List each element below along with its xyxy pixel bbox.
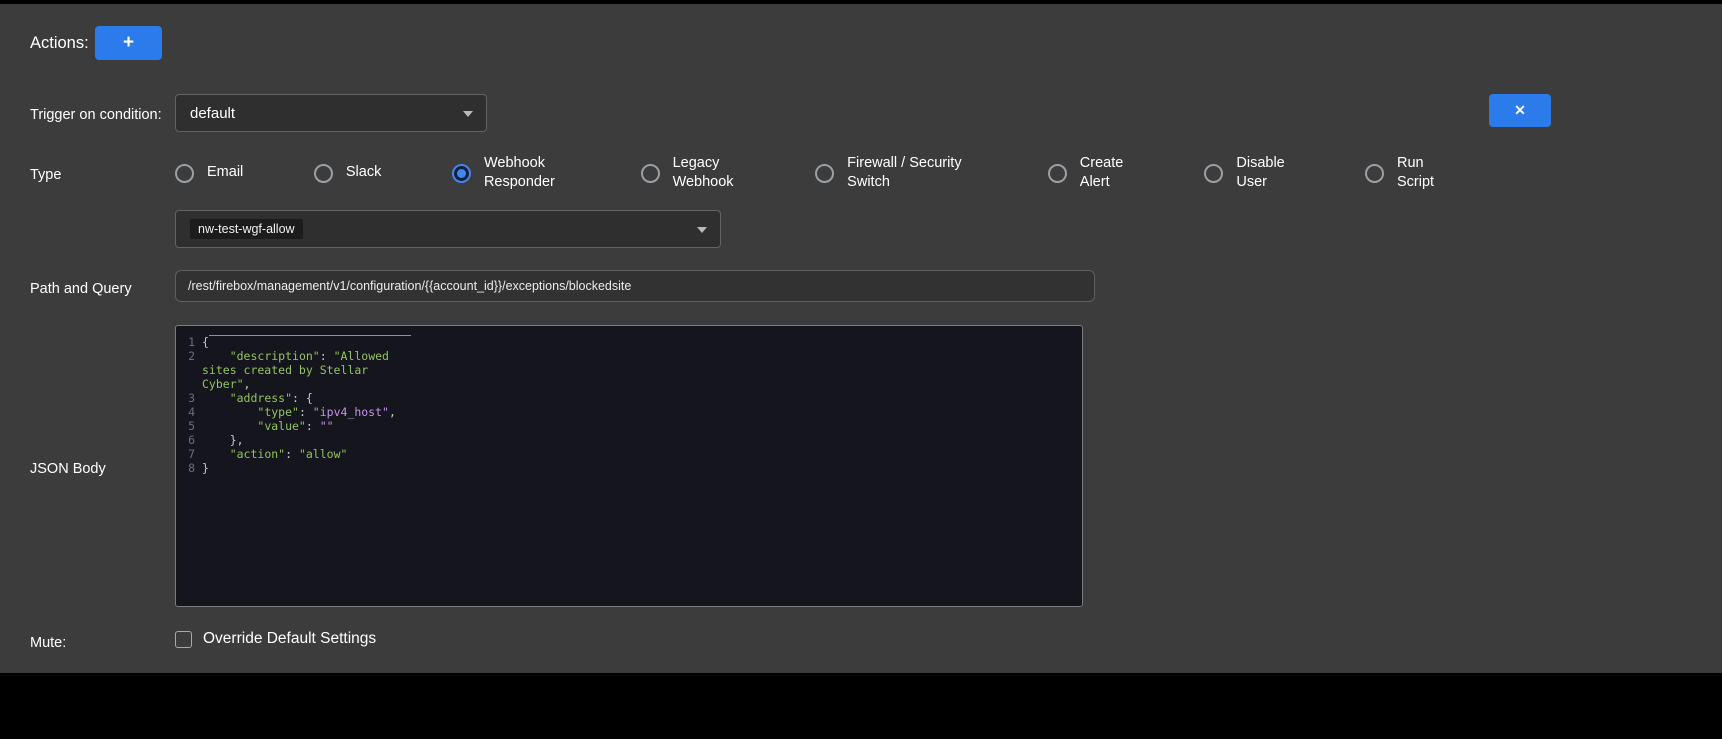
radio-dot <box>646 169 655 178</box>
type-option-label: Slack <box>346 163 381 182</box>
radio-dot <box>180 169 189 178</box>
trigger-condition-value: default <box>190 105 235 122</box>
editor-scrollbar-track <box>209 335 411 336</box>
add-action-button[interactable]: + <box>95 26 162 60</box>
code-line: 7 "action": "allow" <box>182 447 1082 461</box>
code-lines: 1{2 "description": "Allowed sites create… <box>182 335 1082 475</box>
override-default-settings-label: Override Default Settings <box>203 630 376 648</box>
type-option-legacy-webhook[interactable]: Legacy Webhook <box>641 154 745 192</box>
type-radio-group: Email Slack Webhook Responder Legacy Webhoo… <box>175 144 1443 202</box>
line-number: 2 <box>182 349 202 363</box>
json-body-editor[interactable]: 1{2 "description": "Allowed sites create… <box>175 325 1083 607</box>
code-line: 4 "type": "ipv4_host", <box>182 405 1082 419</box>
type-option-label: Create Alert <box>1080 154 1134 192</box>
radio-icon[interactable] <box>1365 164 1384 183</box>
type-option-label: Firewall / Security Switch <box>847 154 977 192</box>
code-line: 5 "value": "" <box>182 419 1082 433</box>
radio-icon[interactable] <box>1204 164 1223 183</box>
type-option-webhook-responder[interactable]: Webhook Responder <box>452 154 570 192</box>
code-content: "address": { <box>202 391 404 405</box>
code-content: "value": "" <box>202 419 404 433</box>
code-line: 8} <box>182 461 1082 475</box>
radio-selected-icon[interactable] <box>452 164 471 183</box>
line-number: 7 <box>182 447 202 461</box>
line-number: 4 <box>182 405 202 419</box>
code-content: }, <box>202 433 404 447</box>
responder-select[interactable]: nw-test-wgf-allow <box>175 210 721 248</box>
type-option-slack[interactable]: Slack <box>314 163 381 182</box>
line-number: 5 <box>182 419 202 433</box>
radio-icon[interactable] <box>815 164 834 183</box>
type-option-label: Webhook Responder <box>484 154 570 192</box>
radio-dot <box>1053 169 1062 178</box>
code-line: 3 "address": { <box>182 391 1082 405</box>
line-number: 8 <box>182 461 202 475</box>
json-body-label: JSON Body <box>30 461 106 477</box>
line-number: 6 <box>182 433 202 447</box>
code-content: "type": "ipv4_host", <box>202 405 404 419</box>
code-content: { <box>202 335 404 349</box>
radio-icon[interactable] <box>175 164 194 183</box>
actions-label: Actions: <box>30 34 89 53</box>
type-option-label: Run Script <box>1397 154 1443 192</box>
radio-dot <box>319 169 328 178</box>
code-content: "action": "allow" <box>202 447 404 461</box>
remove-action-button[interactable]: ✕ <box>1489 94 1551 127</box>
type-label: Type <box>30 167 61 183</box>
radio-dot <box>820 169 829 178</box>
path-query-input[interactable] <box>175 270 1095 302</box>
line-number: 1 <box>182 335 202 349</box>
radio-dot <box>1370 169 1379 178</box>
chevron-down-icon <box>463 111 473 117</box>
code-content: } <box>202 461 404 475</box>
radio-icon[interactable] <box>1048 164 1067 183</box>
code-content: "description": "Allowed sites created by… <box>202 349 404 391</box>
type-option-create-alert[interactable]: Create Alert <box>1048 154 1134 192</box>
line-number: 3 <box>182 391 202 405</box>
chevron-down-icon <box>697 227 707 233</box>
mute-label: Mute: <box>30 635 66 651</box>
trigger-condition-label: Trigger on condition: <box>30 107 162 123</box>
type-option-disable-user[interactable]: Disable User <box>1204 154 1294 192</box>
type-option-label: Email <box>207 163 243 182</box>
action-config-panel: Actions: + Trigger on condition: default… <box>0 4 1722 673</box>
responder-selected-tag: nw-test-wgf-allow <box>190 219 303 240</box>
path-query-label: Path and Query <box>30 281 132 297</box>
radio-icon[interactable] <box>314 164 333 183</box>
trigger-condition-select[interactable]: default <box>175 94 487 132</box>
radio-dot <box>1209 169 1218 178</box>
radio-icon[interactable] <box>641 164 660 183</box>
override-default-settings-checkbox[interactable] <box>175 631 192 648</box>
code-line: 6 }, <box>182 433 1082 447</box>
type-option-label: Legacy Webhook <box>673 154 745 192</box>
close-icon: ✕ <box>1514 102 1526 119</box>
code-line: 1{ <box>182 335 1082 349</box>
mute-override-row: Override Default Settings <box>175 630 376 648</box>
plus-icon: + <box>123 32 134 54</box>
type-option-firewall-security-switch[interactable]: Firewall / Security Switch <box>815 154 977 192</box>
code-line: 2 "description": "Allowed sites created … <box>182 349 1082 391</box>
radio-dot <box>457 169 466 178</box>
type-option-label: Disable User <box>1236 154 1294 192</box>
type-option-email[interactable]: Email <box>175 163 243 182</box>
type-option-run-script[interactable]: Run Script <box>1365 154 1443 192</box>
